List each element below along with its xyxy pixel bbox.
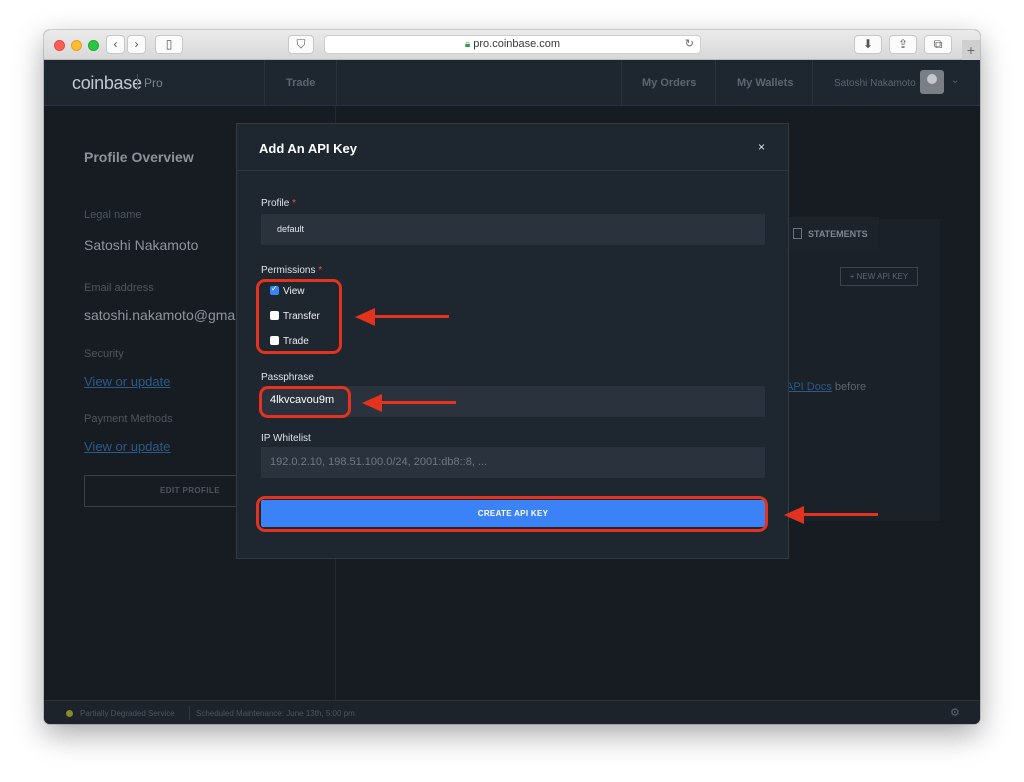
privacy-report-button[interactable]: ⛉ <box>288 35 314 54</box>
url-text: pro.coinbase.com <box>473 38 561 50</box>
nav-trade[interactable]: Trade <box>286 77 315 89</box>
footer-divider <box>189 706 190 720</box>
permission-view-label: View <box>283 286 305 297</box>
minimize-window-button[interactable] <box>71 40 82 51</box>
nav-divider <box>264 60 265 106</box>
checkbox-unchecked-icon[interactable] <box>270 336 279 345</box>
security-link[interactable]: View or update <box>84 374 171 389</box>
share-button[interactable]: ⇪ <box>889 35 917 54</box>
share-icon: ⇪ <box>897 37 909 51</box>
modal-header: Add An API Key × <box>237 124 788 171</box>
download-icon: ⬇ <box>862 37 874 51</box>
sidebar-toggle-button[interactable]: ▯ <box>155 35 183 54</box>
chevron-down-icon[interactable]: ⌄ <box>951 75 959 86</box>
legal-name-value: Satoshi Nakamoto <box>84 237 199 253</box>
annotation-arrow-shaft <box>378 401 456 404</box>
tab-statements-label: STATEMENTS <box>808 229 868 239</box>
checkbox-checked-icon[interactable] <box>270 284 279 295</box>
create-api-key-button[interactable]: CREATE API KEY <box>261 500 765 527</box>
api-docs-text: API Docs before <box>786 381 866 393</box>
maintenance-notice[interactable]: Scheduled Maintenance: June 13th, 5:00 p… <box>196 709 355 718</box>
permission-trade-label: Trade <box>283 336 309 347</box>
close-window-button[interactable] <box>54 40 65 51</box>
status-footer: Partially Degraded Service Scheduled Mai… <box>44 700 980 724</box>
forward-button[interactable]: › <box>127 35 146 54</box>
required-mark: * <box>318 265 323 276</box>
security-label: Security <box>84 348 124 360</box>
chevron-right-icon: › <box>134 37 139 51</box>
profile-label: Profile * <box>261 198 296 209</box>
tab-statements[interactable]: STATEMENTS <box>784 217 879 251</box>
nav-my-wallets[interactable]: My Wallets <box>737 77 793 89</box>
payment-methods-label: Payment Methods <box>84 413 173 425</box>
close-icon[interactable]: × <box>758 140 765 154</box>
annotation-arrow-shaft <box>800 513 878 516</box>
profile-select[interactable]: default <box>261 214 765 245</box>
sidebar-icon: ▯ <box>165 37 173 51</box>
checkbox-unchecked-icon[interactable] <box>270 311 279 320</box>
tabs-icon: ⧉ <box>933 37 943 51</box>
page-title: Profile Overview <box>84 149 194 165</box>
annotation-arrow-shaft <box>372 315 449 318</box>
gear-icon[interactable]: ⚙ <box>950 706 960 719</box>
nav-divider <box>621 60 622 106</box>
new-api-key-button[interactable]: + NEW API KEY <box>840 267 918 286</box>
nav-divider <box>336 60 337 106</box>
chevron-left-icon: ‹ <box>113 37 118 51</box>
email-label: Email address <box>84 282 154 294</box>
tabs-overview-button[interactable]: ⧉ <box>924 35 952 54</box>
ip-whitelist-label: IP Whitelist <box>261 433 311 444</box>
api-docs-suffix: before <box>834 381 867 393</box>
lock-icon: 🔒︎ <box>464 39 471 50</box>
ip-whitelist-input[interactable]: 192.0.2.10, 198.51.100.0/24, 2001:db8::8… <box>261 447 765 478</box>
zoom-window-button[interactable] <box>88 40 99 51</box>
passphrase-label: Passphrase <box>261 372 314 383</box>
passphrase-value: 4lkvcavou9m <box>270 394 335 406</box>
api-docs-link[interactable]: API Docs <box>786 381 832 393</box>
avatar[interactable] <box>920 70 944 94</box>
status-indicator-icon <box>66 710 73 717</box>
permissions-label-text: Permissions <box>261 265 316 276</box>
nav-my-orders[interactable]: My Orders <box>642 77 696 89</box>
browser-window: ‹ › ▯ ⛉ 🔒︎ pro.coinbase.com ↻ ⬇ ⇪ ⧉ + coi… <box>44 30 980 724</box>
reload-icon[interactable]: ↻ <box>685 36 694 53</box>
downloads-button[interactable]: ⬇ <box>854 35 882 54</box>
nav-divider <box>715 60 716 106</box>
nav-divider <box>812 60 813 106</box>
permissions-label: Permissions * <box>261 265 322 276</box>
new-tab-button[interactable]: + <box>962 40 980 60</box>
back-button[interactable]: ‹ <box>106 35 125 54</box>
legal-name-label: Legal name <box>84 209 142 221</box>
user-name[interactable]: Satoshi Nakamoto <box>834 78 916 89</box>
add-api-key-modal: Add An API Key × Profile * default Permi… <box>236 123 789 559</box>
passphrase-input[interactable]: 4lkvcavou9m <box>261 386 765 417</box>
service-status[interactable]: Partially Degraded Service <box>80 709 175 718</box>
shield-icon: ⛉ <box>296 37 306 51</box>
browser-toolbar: ‹ › ▯ ⛉ 🔒︎ pro.coinbase.com ↻ ⬇ ⇪ ⧉ + <box>44 30 980 60</box>
permission-trade-checkbox[interactable]: Trade <box>270 336 309 347</box>
required-mark: * <box>292 198 297 209</box>
logo-divider <box>137 74 138 90</box>
permission-view-checkbox[interactable]: View <box>270 284 305 297</box>
profile-label-text: Profile <box>261 198 290 209</box>
logo-pro-label: Pro <box>144 76 163 90</box>
ip-whitelist-placeholder: 192.0.2.10, 198.51.100.0/24, 2001:db8::8… <box>270 456 488 468</box>
plus-icon: + <box>966 42 976 58</box>
permission-transfer-label: Transfer <box>283 311 320 322</box>
payment-methods-link[interactable]: View or update <box>84 439 171 454</box>
coinbase-logo[interactable]: coinbase <box>72 73 142 94</box>
email-value: satoshi.nakamoto@gmail <box>84 307 242 323</box>
top-navigation: coinbase Pro Trade My Orders My Wallets … <box>44 60 980 106</box>
address-bar[interactable]: 🔒︎ pro.coinbase.com ↻ <box>324 35 701 54</box>
document-icon <box>793 228 802 239</box>
profile-select-value: default <box>277 224 305 234</box>
permission-transfer-checkbox[interactable]: Transfer <box>270 311 320 322</box>
modal-title: Add An API Key <box>259 141 357 156</box>
